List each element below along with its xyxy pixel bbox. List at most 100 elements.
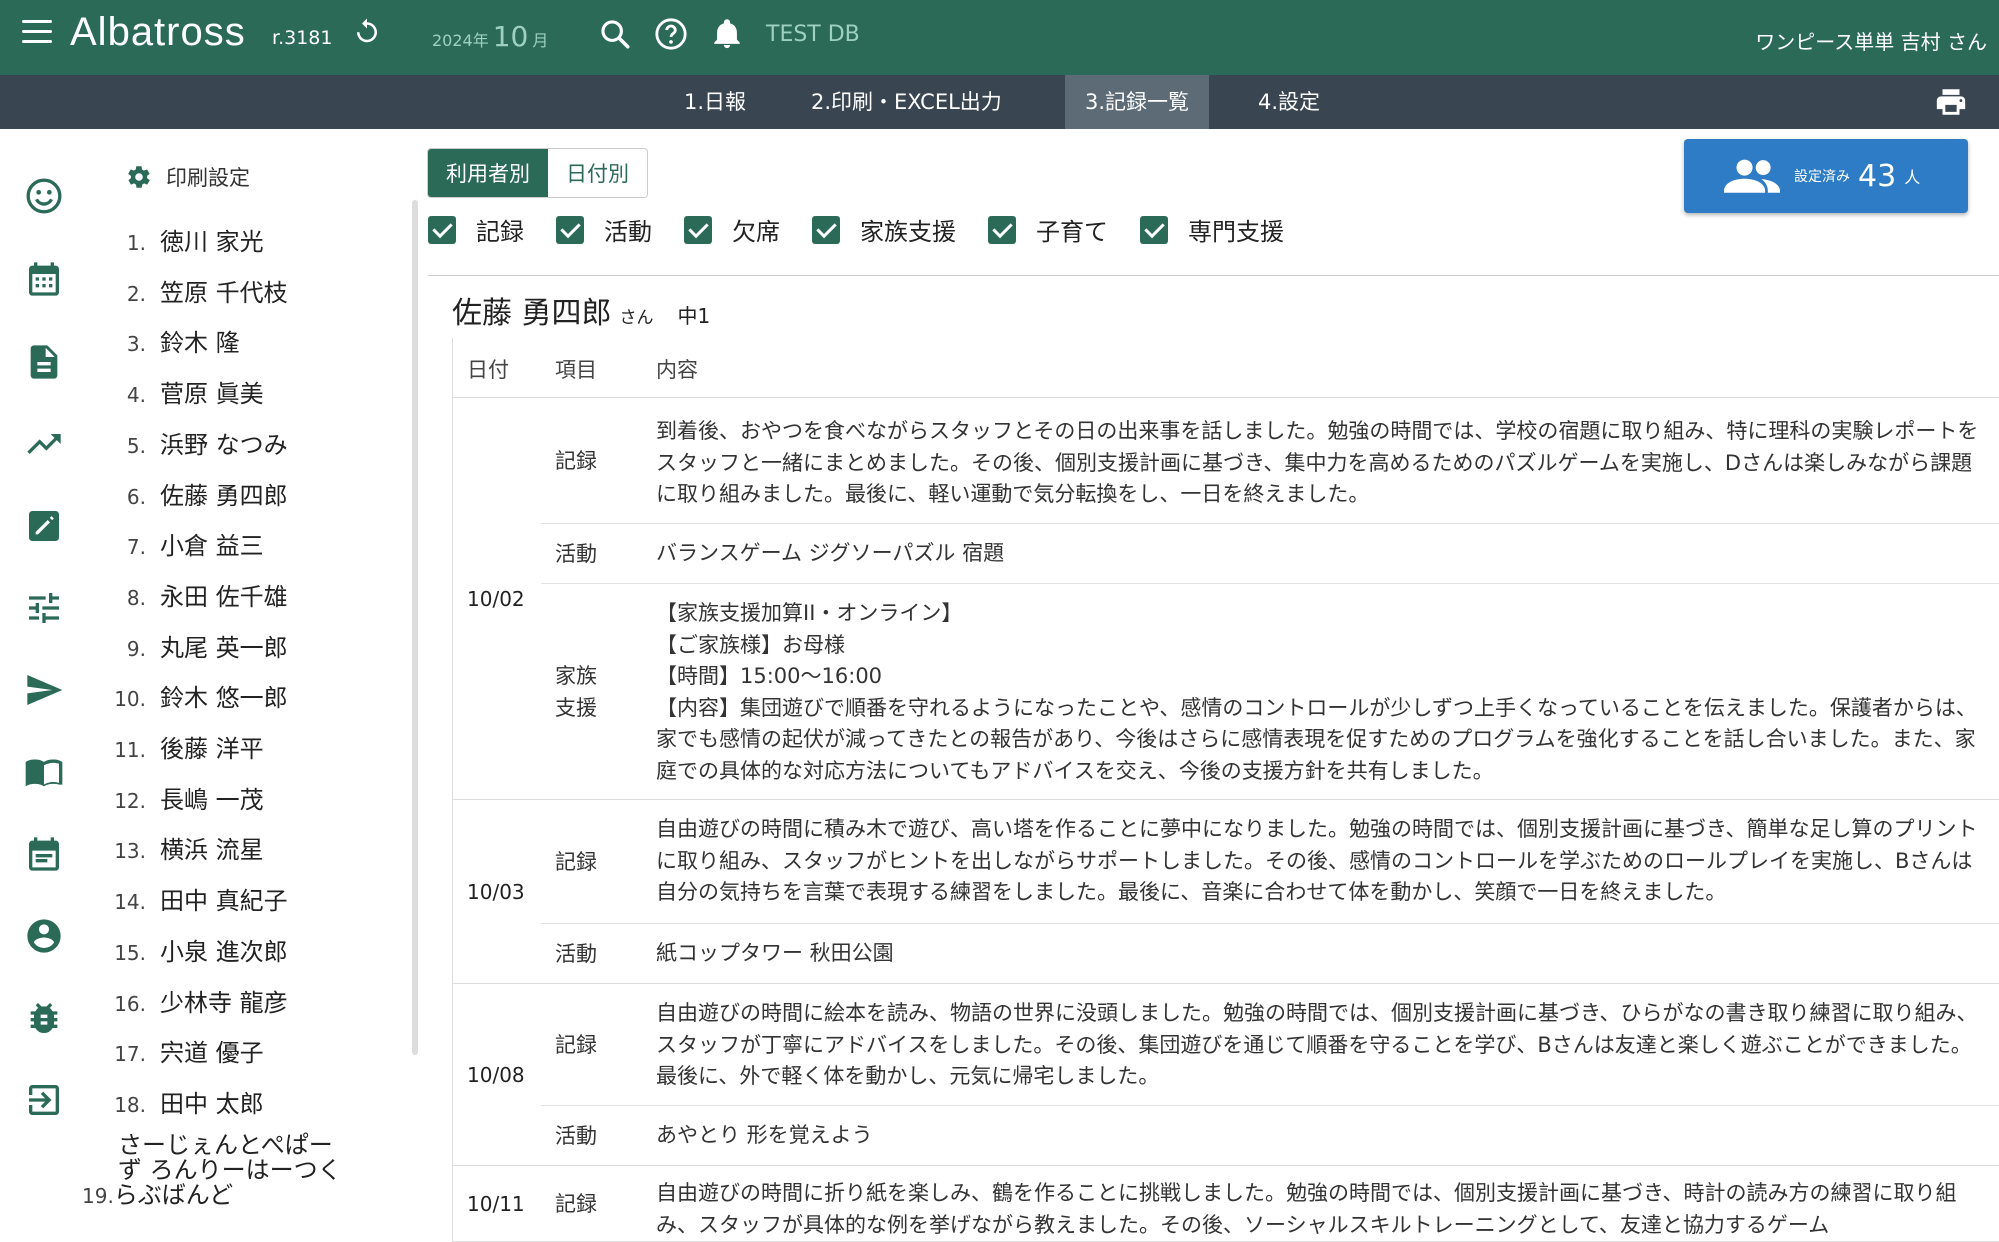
table-row[interactable]: 記録 到着後、おやつを食べながらスタッフとその日の出来事を話しました。勉強の時間で…: [541, 398, 1999, 524]
month-selector[interactable]: 2024年 10 月: [432, 20, 548, 53]
checkbox-checked[interactable]: [1140, 215, 1168, 244]
roster-scrollbar[interactable]: [412, 200, 418, 1055]
record-category: 記録: [555, 449, 597, 473]
configured-users-button[interactable]: 設定済み 43 人: [1684, 139, 1968, 213]
roster-item[interactable]: 12. 長嶋 一茂: [110, 780, 263, 815]
document-icon[interactable]: [24, 342, 64, 382]
roster-item[interactable]: 3. 鈴木 隆: [110, 323, 240, 358]
user-name[interactable]: ワンピース単単 吉村 さん: [1755, 26, 1987, 55]
smile-icon[interactable]: [24, 176, 64, 216]
database-label: TEST DB: [766, 22, 860, 47]
roster-item-name: 鈴木 悠一郎: [160, 684, 288, 713]
record-content: 紙コップタワー 秋田公園: [656, 940, 894, 965]
help-icon[interactable]: [654, 17, 688, 51]
roster-item[interactable]: 14. 田中 真紀子: [110, 881, 287, 916]
roster-item-name: 丸尾 英一郎: [160, 633, 288, 662]
roster-item[interactable]: 18. 田中 太郎: [110, 1084, 263, 1119]
roster-item[interactable]: 17. 宍道 優子: [110, 1033, 263, 1068]
checkbox-checked[interactable]: [812, 215, 840, 244]
print-settings[interactable]: 印刷設定: [126, 162, 250, 192]
filter-label: 活動: [604, 218, 652, 246]
date-group: 10/11 記録 自由遊びの時間に折り紙を楽しみ、鶴を作ることに挑戦しました。勉強の…: [453, 1166, 1999, 1242]
checkbox-checked[interactable]: [556, 215, 584, 244]
date-group: 10/08 記録 自由遊びの時間に絵本を読み、物語の世界に没頭しました。勉強の時間で…: [453, 984, 1999, 1166]
roster-item[interactable]: 11. 後藤 洋平: [110, 729, 263, 764]
view-toggle: 利用者別 日付別: [427, 148, 648, 198]
date-group: 10/03 記録 自由遊びの時間に積み木で遊び、高い塔を作ることに夢中になりました。…: [453, 800, 1999, 984]
bell-icon[interactable]: [710, 17, 744, 51]
refresh-icon[interactable]: [352, 16, 382, 46]
roster-item[interactable]: 5. 浜野 なつみ: [110, 425, 288, 460]
record-category: 活動: [555, 542, 597, 566]
table-row[interactable]: 活動 あやとり 形を覚えよう: [541, 1106, 1999, 1166]
roster-item-name: 佐藤 勇四郎: [160, 481, 288, 510]
person-grade: 中1: [677, 304, 711, 328]
roster-item[interactable]: さーじぇんとぺぱー ず ろんりーはーつく 19.らぶばんど: [82, 1133, 342, 1209]
record-category: 記録: [555, 1191, 597, 1216]
roster-item-name-line2: ず ろんりーはーつく: [118, 1156, 342, 1184]
tab-daily-report[interactable]: 1.日報: [664, 75, 766, 129]
filter-record[interactable]: 記録: [428, 212, 524, 247]
roster-item[interactable]: 1. 徳川 家光: [110, 222, 264, 257]
logout-icon[interactable]: [24, 1080, 64, 1120]
roster-item[interactable]: 8. 永田 佐千雄: [110, 577, 288, 612]
book-icon[interactable]: [24, 752, 64, 792]
roster-item[interactable]: 2. 笠原 千代枝: [110, 273, 288, 308]
toggle-by-user[interactable]: 利用者別: [428, 149, 548, 197]
edit-icon[interactable]: [24, 506, 64, 546]
menu-icon[interactable]: [22, 20, 52, 44]
tab-print-excel[interactable]: 2.印刷・EXCEL出力: [791, 75, 1022, 129]
roster-item[interactable]: 15. 小泉 進次郎: [110, 932, 288, 967]
send-icon[interactable]: [24, 670, 64, 710]
app-bar: Albatross r.3181 2024年 10 月 TEST DB ワンピー…: [0, 0, 1999, 75]
app-title: Albatross: [70, 10, 246, 54]
record-content: 自由遊びの時間に絵本を読み、物語の世界に没頭しました。勉強の時間では、個別支援計…: [656, 1001, 1978, 1088]
month-value: 10: [492, 20, 529, 53]
filter-specialist-support[interactable]: 専門支援: [1140, 212, 1284, 247]
filter-absence[interactable]: 欠席: [684, 212, 780, 247]
gear-icon: [128, 166, 150, 188]
table-row[interactable]: 活動 紙コップタワー 秋田公園: [541, 924, 1999, 984]
roster-item-number: 4.: [126, 383, 146, 408]
roster-item-name-line3: らぶばんど: [113, 1181, 234, 1209]
roster-item[interactable]: 16. 少林寺 龍彦: [110, 983, 287, 1018]
roster-item[interactable]: 10. 鈴木 悠一郎: [110, 678, 288, 713]
roster-item[interactable]: 4. 菅原 眞美: [110, 374, 264, 409]
roster-item-name: 小泉 進次郎: [160, 937, 288, 966]
roster-item[interactable]: 7. 小倉 益三: [110, 526, 264, 561]
record-category: 活動: [555, 1123, 597, 1148]
roster-item-name: 浜野 なつみ: [160, 430, 288, 459]
roster-item-number: 16.: [114, 991, 146, 1016]
bug-icon[interactable]: [24, 998, 64, 1038]
roster-item-number: 8.: [126, 585, 146, 610]
table-row[interactable]: 記録 自由遊びの時間に折り紙を楽しみ、鶴を作ることに挑戦しました。勉強の時間では、…: [541, 1166, 1999, 1241]
table-row[interactable]: 記録 自由遊びの時間に積み木で遊び、高い塔を作ることに夢中になりました。勉強の時間…: [541, 800, 1999, 924]
toggle-by-date[interactable]: 日付別: [548, 149, 647, 197]
filter-label: 専門支援: [1188, 218, 1284, 246]
tune-icon[interactable]: [24, 588, 64, 628]
record-content: 到着後、おやつを食べながらスタッフとその日の出来事を話しました。勉強の時間では、…: [656, 419, 1979, 506]
account-icon[interactable]: [24, 916, 64, 956]
filter-activity[interactable]: 活動: [556, 212, 652, 247]
table-row[interactable]: 家族 支援 【家族支援加算II・オンライン】 【ご家族様】お母様 【時間】15:0…: [541, 584, 1999, 799]
event-icon[interactable]: [24, 834, 64, 874]
roster-item[interactable]: 6. 佐藤 勇四郎: [110, 476, 288, 511]
roster-item[interactable]: 9. 丸尾 英一郎: [110, 628, 288, 663]
checkbox-checked[interactable]: [988, 215, 1016, 244]
table-row[interactable]: 活動 バランスゲーム ジグソーパズル 宿題: [541, 524, 1999, 584]
tab-record-list[interactable]: 3.記録一覧: [1065, 75, 1210, 129]
filter-family-support[interactable]: 家族支援: [812, 212, 956, 247]
checkbox-checked[interactable]: [428, 215, 456, 244]
roster-item[interactable]: 13. 横浜 流星: [110, 830, 263, 865]
checkbox-checked[interactable]: [684, 215, 712, 244]
search-icon[interactable]: [598, 17, 632, 51]
record-content: あやとり 形を覚えよう: [656, 1122, 873, 1147]
tab-settings[interactable]: 4.設定: [1238, 75, 1340, 129]
filter-childcare[interactable]: 子育て: [988, 212, 1108, 247]
calendar-icon[interactable]: [24, 259, 64, 299]
category-filters: 記録 活動 欠席 家族支援 子育て 専門支援: [428, 212, 1316, 247]
print-icon[interactable]: [1933, 85, 1969, 119]
record-category: 家族 支援: [555, 663, 597, 720]
trend-icon[interactable]: [24, 424, 64, 464]
table-row[interactable]: 記録 自由遊びの時間に絵本を読み、物語の世界に没頭しました。勉強の時間では、個別支…: [541, 984, 1999, 1106]
